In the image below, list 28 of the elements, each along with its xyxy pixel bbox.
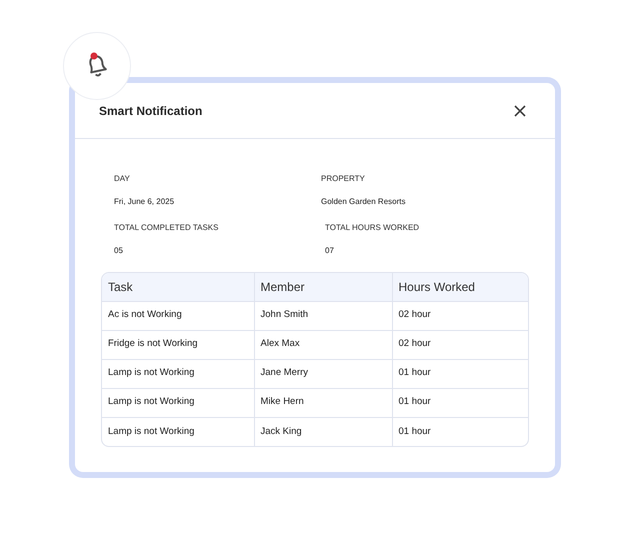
table-cell: Fridge is not Working [102,330,254,359]
field-label: TOTAL HOURS WORKED [325,222,420,234]
table-cell: Ac is not Working [102,301,254,330]
field-value: 07 [325,245,335,257]
table-cell: 01 hour [392,388,528,417]
field-value: Fri, June 6, 2025 [114,196,176,208]
field-value: 05 [114,245,124,257]
close-icon[interactable] [513,104,527,118]
table-cell: Lamp is not Working [102,359,254,388]
field-label: PROPERTY [321,173,366,185]
field-value: Golden Garden Resorts [321,196,406,208]
table-cell: Mike Hern [254,388,392,417]
table-cell: Jack King [254,417,392,446]
column-header: Hours Worked [392,273,528,301]
table-cell: 01 hour [392,359,528,388]
field-label: TOTAL COMPLETED TASKS [114,222,220,234]
table-cell: John Smith [254,301,392,330]
column-header: Member [254,273,392,301]
table-cell: Lamp is not Working [102,417,254,446]
column-header: Task [102,273,254,301]
table-cell: 01 hour [392,417,528,446]
table-cell: Jane Merry [254,359,392,388]
field-label: DAY [114,173,131,185]
table-cell: 02 hour [392,330,528,359]
table-cell: Alex Max [254,330,392,359]
table-cell: 02 hour [392,301,528,330]
dialog-title: Smart Notification [99,102,202,120]
table-cell: Lamp is not Working [102,388,254,417]
